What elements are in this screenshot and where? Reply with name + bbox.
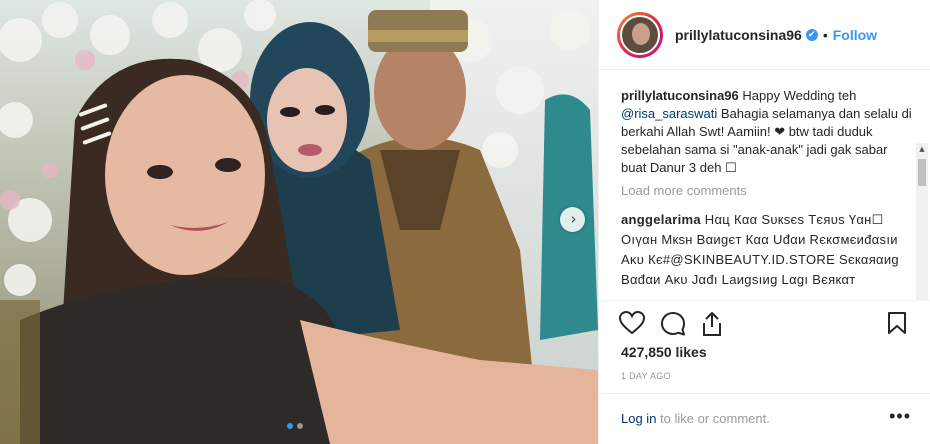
carousel-dot: [297, 423, 303, 429]
more-options-icon[interactable]: •••: [889, 406, 911, 427]
carousel-dots: [287, 423, 303, 429]
comments-section[interactable]: prillylatuconsina96 Happy Wedding teh @r…: [599, 70, 930, 300]
chevron-right-icon: ›: [570, 210, 577, 228]
header-separator: •: [822, 26, 828, 43]
caption: prillylatuconsina96 Happy Wedding teh @r…: [621, 87, 916, 177]
login-prompt: Log in to like or comment.: [621, 411, 770, 426]
bookmark-icon[interactable]: [887, 311, 907, 335]
login-bar: Log in to like or comment. •••: [599, 393, 930, 444]
comment-username[interactable]: anggelarima: [621, 212, 701, 227]
scroll-up-arrow-icon[interactable]: ▲: [916, 143, 928, 155]
avatar-image: [620, 14, 660, 55]
post-sidebar: prillylatuconsina96 ✔ • Follow prillylat…: [598, 0, 930, 444]
caption-mention[interactable]: @risa_saraswati: [621, 106, 717, 121]
instagram-post: › prillylatuconsina96 ✔ • Follow prillyl…: [0, 0, 930, 444]
next-photo-button[interactable]: ›: [560, 207, 585, 232]
comment-item: anggelarima Нαц Кαα Sυкѕєѕ Тєяυѕ Үαн☐ Оı…: [621, 210, 906, 290]
login-prompt-text: to like or comment.: [656, 411, 770, 426]
carousel-dot-active: [287, 423, 293, 429]
comment-icon[interactable]: [660, 311, 686, 337]
follow-button[interactable]: Follow: [833, 27, 877, 43]
header-username[interactable]: prillylatuconsina96: [675, 27, 802, 43]
avatar[interactable]: [617, 11, 663, 58]
login-link[interactable]: Log in: [621, 411, 656, 426]
post-header: prillylatuconsina96 ✔ • Follow: [599, 0, 930, 70]
load-more-comments-button[interactable]: Load more comments: [621, 183, 747, 198]
likes-count[interactable]: 427,850 likes: [621, 344, 707, 360]
share-icon[interactable]: [701, 311, 723, 337]
verified-badge-icon: ✔: [805, 28, 818, 41]
post-timestamp[interactable]: 1 DAY AGO: [621, 371, 671, 381]
heart-icon[interactable]: [619, 311, 645, 335]
scrollbar-thumb[interactable]: [918, 159, 926, 186]
comments-scrollbar[interactable]: ▲ ▼: [916, 143, 928, 300]
action-bar: [599, 300, 930, 343]
caption-text-1: Happy Wedding teh: [738, 88, 857, 103]
photo-illustration: [0, 0, 598, 444]
post-photo[interactable]: ›: [0, 0, 598, 444]
caption-username[interactable]: prillylatuconsina96: [621, 88, 739, 103]
